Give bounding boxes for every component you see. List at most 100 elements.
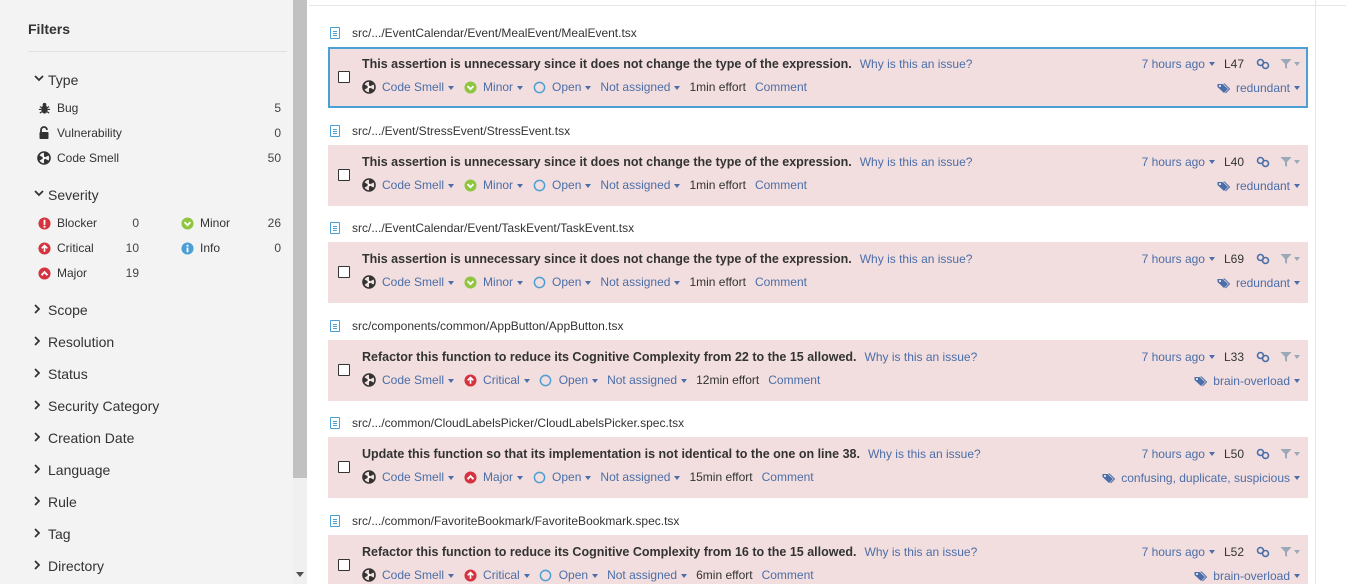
filter-icon[interactable]	[1280, 253, 1300, 265]
issue-checkbox[interactable]	[338, 364, 350, 376]
issue-tags-dropdown[interactable]: brain-overload	[1194, 374, 1300, 388]
issue-message-text[interactable]: Refactor this function to reduce its Cog…	[362, 350, 857, 364]
issue-severity-dropdown[interactable]: Minor	[463, 275, 524, 289]
filter-icon[interactable]	[1280, 156, 1300, 168]
comment-link[interactable]: Comment	[762, 568, 814, 582]
issue-row[interactable]: Refactor this function to reduce its Cog…	[328, 535, 1308, 584]
permalink-icon[interactable]	[1256, 58, 1270, 70]
filter-icon[interactable]	[1280, 351, 1300, 363]
issue-checkbox[interactable]	[338, 461, 350, 473]
issue-status-dropdown[interactable]: Open	[532, 470, 592, 484]
issue-message[interactable]: Refactor this function to reduce its Cog…	[362, 350, 977, 364]
issue-checkbox[interactable]	[338, 266, 350, 278]
issue-message-text[interactable]: Refactor this function to reduce its Cog…	[362, 545, 857, 559]
facet-item-vulnerability[interactable]: Vulnerability 0	[36, 123, 284, 143]
permalink-icon[interactable]	[1256, 253, 1270, 265]
issue-type-dropdown[interactable]: Code Smell	[362, 373, 455, 387]
issue-status-dropdown[interactable]: Open	[539, 568, 599, 582]
issue-date-dropdown[interactable]: 7 hours ago	[1142, 252, 1215, 266]
comment-link[interactable]: Comment	[755, 80, 807, 94]
issue-date-dropdown[interactable]: 7 hours ago	[1142, 545, 1215, 559]
issue-severity-dropdown[interactable]: Major	[463, 470, 524, 484]
issue-message[interactable]: This assertion is unnecessary since it d…	[362, 155, 972, 169]
issue-tags-dropdown[interactable]: redundant	[1217, 81, 1300, 95]
issue-assignee-dropdown[interactable]: Not assigned	[607, 568, 688, 582]
facet-scope-header[interactable]: Scope	[34, 302, 88, 318]
issue-severity-dropdown[interactable]: Minor	[463, 178, 524, 192]
facet-directory-header[interactable]: Directory	[34, 558, 104, 574]
issue-tags-dropdown[interactable]: redundant	[1217, 179, 1300, 193]
issue-date-dropdown[interactable]: 7 hours ago	[1142, 155, 1215, 169]
why-is-this-an-issue-link[interactable]: Why is this an issue?	[865, 350, 978, 364]
permalink-icon[interactable]	[1256, 351, 1270, 363]
issue-tags-dropdown[interactable]: brain-overload	[1194, 569, 1300, 583]
comment-link[interactable]: Comment	[755, 178, 807, 192]
facet-item-critical[interactable]: Critical 10	[36, 238, 146, 258]
comment-link[interactable]: Comment	[762, 470, 814, 484]
issue-assignee-dropdown[interactable]: Not assigned	[607, 373, 688, 387]
facet-tag-header[interactable]: Tag	[34, 526, 71, 542]
permalink-icon[interactable]	[1256, 156, 1270, 168]
issue-type-dropdown[interactable]: Code Smell	[362, 568, 455, 582]
filter-icon[interactable]	[1280, 546, 1300, 558]
issue-file-path[interactable]: src/.../EventCalendar/Event/TaskEvent/Ta…	[330, 220, 634, 236]
issue-severity-dropdown[interactable]: Critical	[463, 568, 530, 582]
issue-message[interactable]: Update this function so that its impleme…	[362, 447, 981, 461]
facet-creation-date-header[interactable]: Creation Date	[34, 430, 134, 446]
facet-language-header[interactable]: Language	[34, 462, 110, 478]
issue-type-dropdown[interactable]: Code Smell	[362, 178, 455, 192]
why-is-this-an-issue-link[interactable]: Why is this an issue?	[865, 545, 978, 559]
sidebar-scrollbar-thumb[interactable]	[293, 0, 307, 478]
issue-date-dropdown[interactable]: 7 hours ago	[1142, 57, 1215, 71]
comment-link[interactable]: Comment	[755, 275, 807, 289]
why-is-this-an-issue-link[interactable]: Why is this an issue?	[868, 447, 981, 461]
issue-type-dropdown[interactable]: Code Smell	[362, 80, 455, 94]
issue-row[interactable]: This assertion is unnecessary since it d…	[328, 145, 1308, 206]
issue-checkbox[interactable]	[338, 71, 350, 83]
facet-status-header[interactable]: Status	[34, 366, 88, 382]
issue-message-text[interactable]: Update this function so that its impleme…	[362, 447, 860, 461]
facet-item-minor[interactable]: Minor 26	[179, 213, 284, 233]
why-is-this-an-issue-link[interactable]: Why is this an issue?	[860, 57, 973, 71]
comment-link[interactable]: Comment	[768, 373, 820, 387]
facet-severity-header[interactable]: Severity	[34, 187, 99, 203]
issue-status-dropdown[interactable]: Open	[539, 373, 599, 387]
issue-tags-dropdown[interactable]: confusing, duplicate, suspicious	[1102, 471, 1300, 485]
issue-message-text[interactable]: This assertion is unnecessary since it d…	[362, 155, 852, 169]
permalink-icon[interactable]	[1256, 448, 1270, 460]
facet-type-header[interactable]: Type	[34, 72, 78, 88]
issue-type-dropdown[interactable]: Code Smell	[362, 275, 455, 289]
issue-assignee-dropdown[interactable]: Not assigned	[600, 80, 681, 94]
facet-item-info[interactable]: Info 0	[179, 238, 284, 258]
issue-message[interactable]: Refactor this function to reduce its Cog…	[362, 545, 977, 559]
issue-file-path[interactable]: src/.../EventCalendar/Event/MealEvent/Me…	[330, 25, 637, 41]
issue-status-dropdown[interactable]: Open	[532, 178, 592, 192]
facet-security-category-header[interactable]: Security Category	[34, 398, 159, 414]
issue-message[interactable]: This assertion is unnecessary since it d…	[362, 57, 972, 71]
issue-row[interactable]: This assertion is unnecessary since it d…	[328, 242, 1308, 303]
why-is-this-an-issue-link[interactable]: Why is this an issue?	[860, 155, 973, 169]
issue-type-dropdown[interactable]: Code Smell	[362, 470, 455, 484]
issue-date-dropdown[interactable]: 7 hours ago	[1142, 447, 1215, 461]
issue-file-path[interactable]: src/.../common/CloudLabelsPicker/CloudLa…	[330, 415, 684, 431]
issue-file-path[interactable]: src/.../common/FavoriteBookmark/Favorite…	[330, 513, 679, 529]
issue-message[interactable]: This assertion is unnecessary since it d…	[362, 252, 972, 266]
facet-rule-header[interactable]: Rule	[34, 494, 77, 510]
issue-tags-dropdown[interactable]: redundant	[1217, 276, 1300, 290]
why-is-this-an-issue-link[interactable]: Why is this an issue?	[860, 252, 973, 266]
scroll-down-arrow-icon[interactable]	[296, 572, 304, 577]
facet-item-major[interactable]: Major 19	[36, 263, 146, 283]
issue-severity-dropdown[interactable]: Critical	[463, 373, 530, 387]
facet-item-bug[interactable]: Bug 5	[36, 98, 284, 118]
issue-date-dropdown[interactable]: 7 hours ago	[1142, 350, 1215, 364]
facet-item-code-smell[interactable]: Code Smell 50	[36, 148, 284, 168]
issue-status-dropdown[interactable]: Open	[532, 275, 592, 289]
issue-assignee-dropdown[interactable]: Not assigned	[600, 178, 681, 192]
issue-row[interactable]: Update this function so that its impleme…	[328, 437, 1308, 498]
issue-row[interactable]: Refactor this function to reduce its Cog…	[328, 340, 1308, 401]
facet-item-blocker[interactable]: Blocker 0	[36, 213, 146, 233]
issue-checkbox[interactable]	[338, 559, 350, 571]
issue-assignee-dropdown[interactable]: Not assigned	[600, 470, 681, 484]
issue-severity-dropdown[interactable]: Minor	[463, 80, 524, 94]
issue-file-path[interactable]: src/components/common/AppButton/AppButto…	[330, 318, 623, 334]
